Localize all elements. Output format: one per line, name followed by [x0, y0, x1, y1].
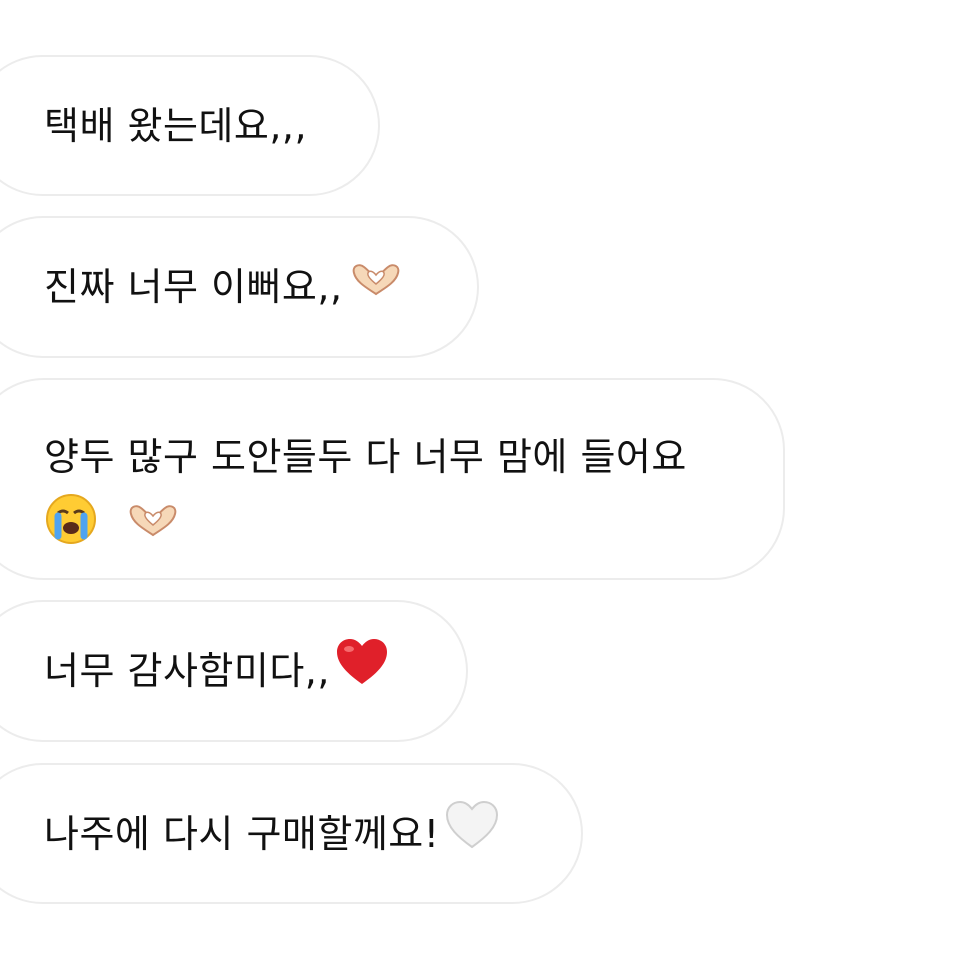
- message-text: 나주에 다시 구매할께요!: [44, 811, 440, 856]
- message-bubble: 진짜 너무 이뻐요,,: [0, 216, 479, 358]
- message-bubble: 나주에 다시 구매할께요!: [0, 763, 583, 904]
- message-text: 진짜 너무 이뻐요,,: [44, 265, 343, 309]
- emoji-line: [44, 492, 687, 564]
- heart-hands-icon: [124, 497, 182, 559]
- chat-thread: 택배 왔는데요,,, 진짜 너무 이뻐요,, 양두 많구 도안들두 다 너무 맘…: [0, 0, 959, 959]
- message-text: 너무 감사함미다,,: [44, 649, 330, 693]
- heart-hands-icon: [347, 256, 405, 318]
- crying-face-icon: [44, 492, 98, 564]
- message-text: 택배 왔는데요,,,: [44, 103, 308, 148]
- message-text: 양두 많구 도안들두 다 너무 맘에 들어요: [44, 435, 687, 479]
- message-bubble: 너무 감사함미다,,: [0, 600, 468, 742]
- red-heart-icon: [334, 636, 390, 706]
- message-bubble: 양두 많구 도안들두 다 너무 맘에 들어요: [0, 378, 785, 580]
- message-bubble: 택배 왔는데요,,,: [0, 55, 380, 196]
- white-heart-icon: [444, 799, 500, 869]
